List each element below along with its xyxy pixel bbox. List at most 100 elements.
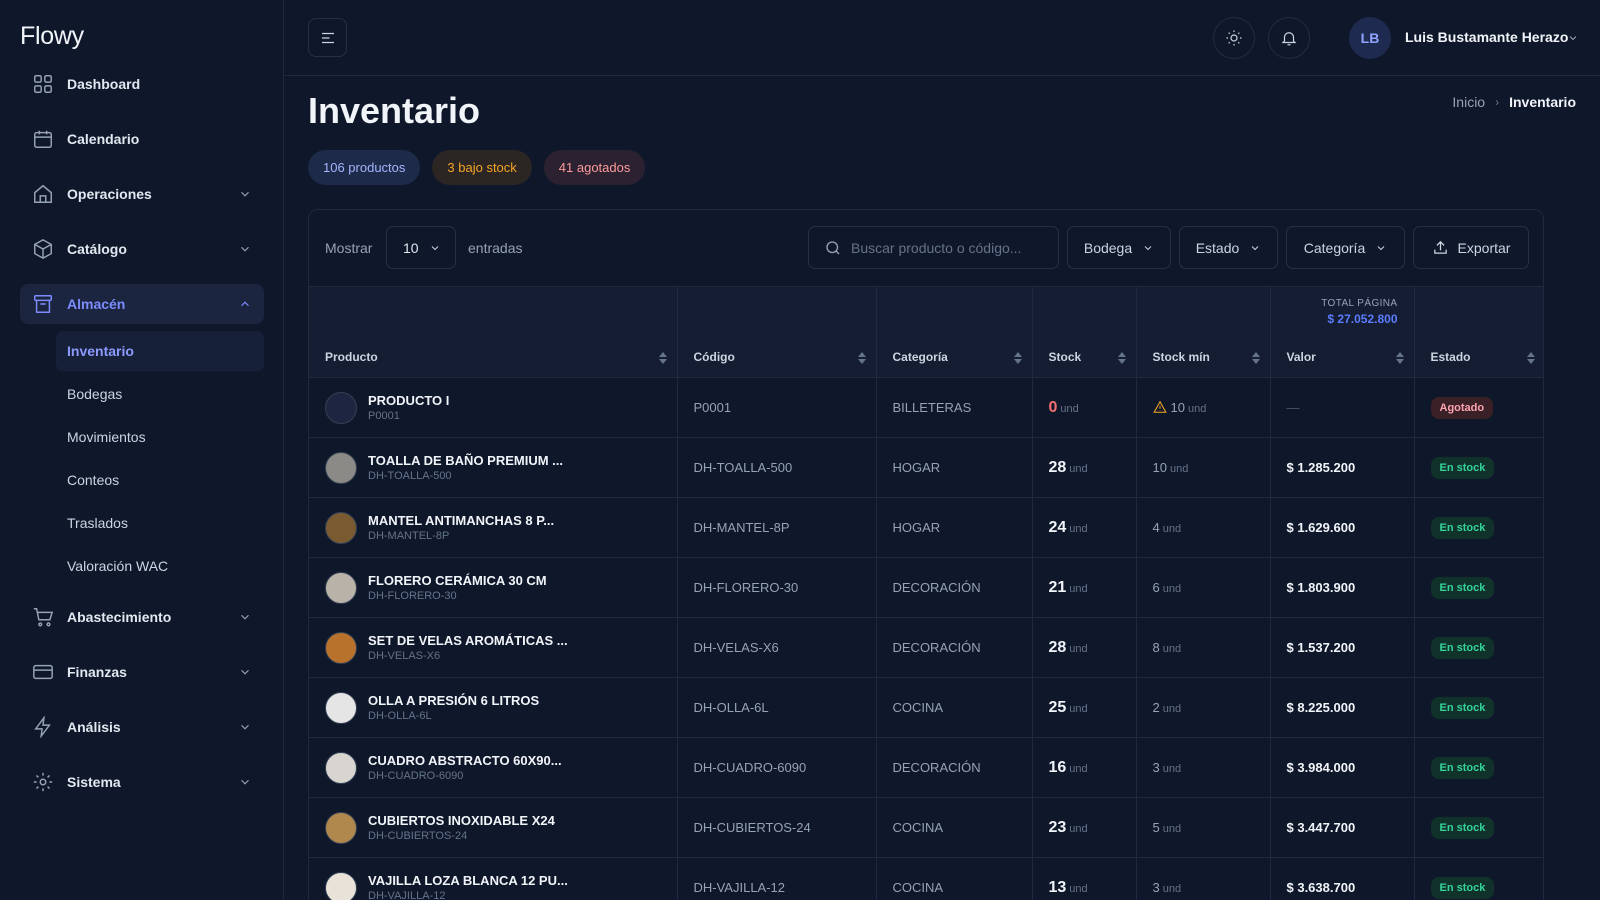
sidebar-item-abastecimiento[interactable]: Abastecimiento [20,597,264,637]
column-header[interactable]: Categoría [876,337,1033,378]
value-amount: $ 8.225.000 [1286,700,1356,715]
sidebar-item-catalogo[interactable]: Catálogo [20,229,264,269]
column-header[interactable]: Estado [1414,337,1543,378]
filter-categoria-button[interactable]: Categoría [1286,226,1405,269]
sort-icon[interactable] [658,351,667,364]
code-cell: DH-MANTEL-8P [677,497,877,558]
filter-bodega-button[interactable]: Bodega [1067,226,1171,269]
sidebar-subitem-valoracion-wac[interactable]: Valoración WAC [56,546,264,586]
sidebar-item-label: Abastecimiento [67,609,172,625]
table-row[interactable]: MANTEL ANTIMANCHAS 8 P... DH-MANTEL-8P DH-… [309,497,1543,558]
product-thumbnail[interactable] [325,691,357,724]
user-name[interactable]: Luis Bustamante Herazo [1405,29,1568,45]
notifications-button[interactable] [1268,17,1310,59]
column-header[interactable]: Valor [1270,337,1415,378]
status-badge: En stock [1430,696,1495,719]
out-of-stock-badge[interactable]: 41 agotados [543,150,646,185]
table-row[interactable]: CUADRO ABSTRACTO 60X90... DH-CUADRO-6090 D… [309,737,1543,798]
filter-label: Bodega [1083,239,1133,256]
sidebar-subitem-movimientos[interactable]: Movimientos [56,417,264,457]
filter-estado-button[interactable]: Estado [1179,226,1278,269]
product-thumbnail[interactable] [325,751,357,784]
sidebar-item-operaciones[interactable]: Operaciones [20,174,264,214]
sort-icon[interactable] [1251,351,1260,364]
product-cell: TOALLA DE BAÑO PREMIUM ... DH-TOALLA-500 [309,437,678,498]
product-name[interactable]: CUBIERTOS INOXIDABLE X24 [368,813,555,828]
table-row[interactable]: OLLA A PRESIÓN 6 LITROS DH-OLLA-6L DH-OLLA… [309,677,1543,738]
sidebar-subitem-conteos[interactable]: Conteos [56,460,264,500]
table-row[interactable]: TOALLA DE BAÑO PREMIUM ... DH-TOALLA-500 D… [309,437,1543,498]
sidebar-item-label: Almacén [67,296,126,312]
sort-icon[interactable] [1013,351,1022,364]
code-cell: DH-VELAS-X6 [677,617,877,678]
breadcrumb-home-link[interactable]: Inicio [1452,94,1485,110]
product-name[interactable]: TOALLA DE BAÑO PREMIUM ... [368,453,563,468]
sidebar-item-analisis[interactable]: Análisis [20,707,264,747]
status-cell: Agotado [1414,377,1543,438]
sidebar-item-almacen[interactable]: Almacén [20,284,264,324]
table-row[interactable]: SET DE VELAS AROMÁTICAS ... DH-VELAS-X6 DH… [309,617,1543,678]
column-header[interactable]: Stock mín [1136,337,1271,378]
table-row[interactable]: FLORERO CERÁMICA 30 CM DH-FLORERO-30 DH-FL… [309,557,1543,618]
status-cell: En stock [1414,677,1543,738]
column-header-label: Valor [1286,350,1316,365]
product-thumbnail[interactable] [325,391,357,424]
low-stock-badge[interactable]: 3 bajo stock [432,150,532,185]
product-thumbnail[interactable] [325,511,357,544]
sidebar-subitem-traslados[interactable]: Traslados [56,503,264,543]
product-thumbnail[interactable] [325,571,357,604]
theme-toggle-button[interactable] [1213,17,1255,59]
product-thumbnail[interactable] [325,631,357,664]
avatar[interactable]: LB [1349,17,1391,59]
product-name[interactable]: OLLA A PRESIÓN 6 LITROS [368,693,539,708]
page-title: Inventario [308,90,481,131]
status-cell: En stock [1414,497,1543,558]
product-text: SET DE VELAS AROMÁTICAS ... DH-VELAS-X6 [368,633,568,662]
column-header[interactable]: Stock [1032,337,1137,378]
sidebar-item-dashboard[interactable]: Dashboard [20,64,264,104]
sort-icon[interactable] [1527,351,1535,364]
product-name[interactable]: FLORERO CERÁMICA 30 CM [368,573,547,588]
sidebar-subitem-inventario[interactable]: Inventario [56,331,264,371]
value-cell: $ 1.537.200 [1270,617,1415,678]
search-input[interactable] [851,239,1051,256]
product-name[interactable]: PRODUCTO I [368,393,449,408]
product-name[interactable]: SET DE VELAS AROMÁTICAS ... [368,633,568,648]
sort-icon[interactable] [857,351,866,364]
column-header[interactable]: Código [677,337,877,378]
chevron-down-icon[interactable] [1567,31,1579,43]
product-cell: VAJILLA LOZA BLANCA 12 PU... DH-VAJILLA-1… [309,857,678,900]
product-thumbnail[interactable] [325,811,357,844]
stock-unit: und [1069,882,1088,895]
export-button[interactable]: Exportar [1413,226,1529,269]
search-field[interactable] [808,226,1059,269]
product-name[interactable]: VAJILLA LOZA BLANCA 12 PU... [368,873,568,888]
sort-icon[interactable] [1117,351,1126,364]
sidebar-item-sistema[interactable]: Sistema [20,762,264,802]
sidebar-item-finanzas[interactable]: Finanzas [20,652,264,692]
product-thumbnail[interactable] [325,871,357,900]
sort-icon[interactable] [1395,351,1404,364]
sidebar-item-label: Operaciones [67,186,152,202]
product-text: CUBIERTOS INOXIDABLE X24 DH-CUBIERTOS-24 [368,813,555,842]
product-name[interactable]: MANTEL ANTIMANCHAS 8 P... [368,513,554,528]
table-row[interactable]: CUBIERTOS INOXIDABLE X24 DH-CUBIERTOS-24 D… [309,797,1543,858]
product-thumbnail[interactable] [325,451,357,484]
entries-select[interactable]: 10 [386,226,456,269]
min-stock-cell: 10 und [1136,377,1271,438]
menu-icon [321,32,334,43]
app-logo[interactable]: Flowy [20,22,84,51]
menu-toggle-button[interactable] [308,18,347,57]
products-count-badge[interactable]: 106 productos [308,150,421,185]
sidebar-item-calendario[interactable]: Calendario [20,119,264,159]
status-cell: En stock [1414,857,1543,900]
sidebar-subitem-bodegas[interactable]: Bodegas [56,374,264,414]
code-cell: DH-OLLA-6L [677,677,877,738]
table-row[interactable]: PRODUCTO I P0001 P0001 BILLETERAS 0 und 10 und —… [309,377,1543,438]
table-row[interactable]: VAJILLA LOZA BLANCA 12 PU... DH-VAJILLA-1… [309,857,1543,900]
product-name[interactable]: CUADRO ABSTRACTO 60X90... [368,753,562,768]
search-icon [826,240,840,254]
stock-unit: und [1069,702,1088,715]
value-amount: $ 1.629.600 [1286,520,1356,535]
column-header[interactable]: Producto [309,337,678,378]
